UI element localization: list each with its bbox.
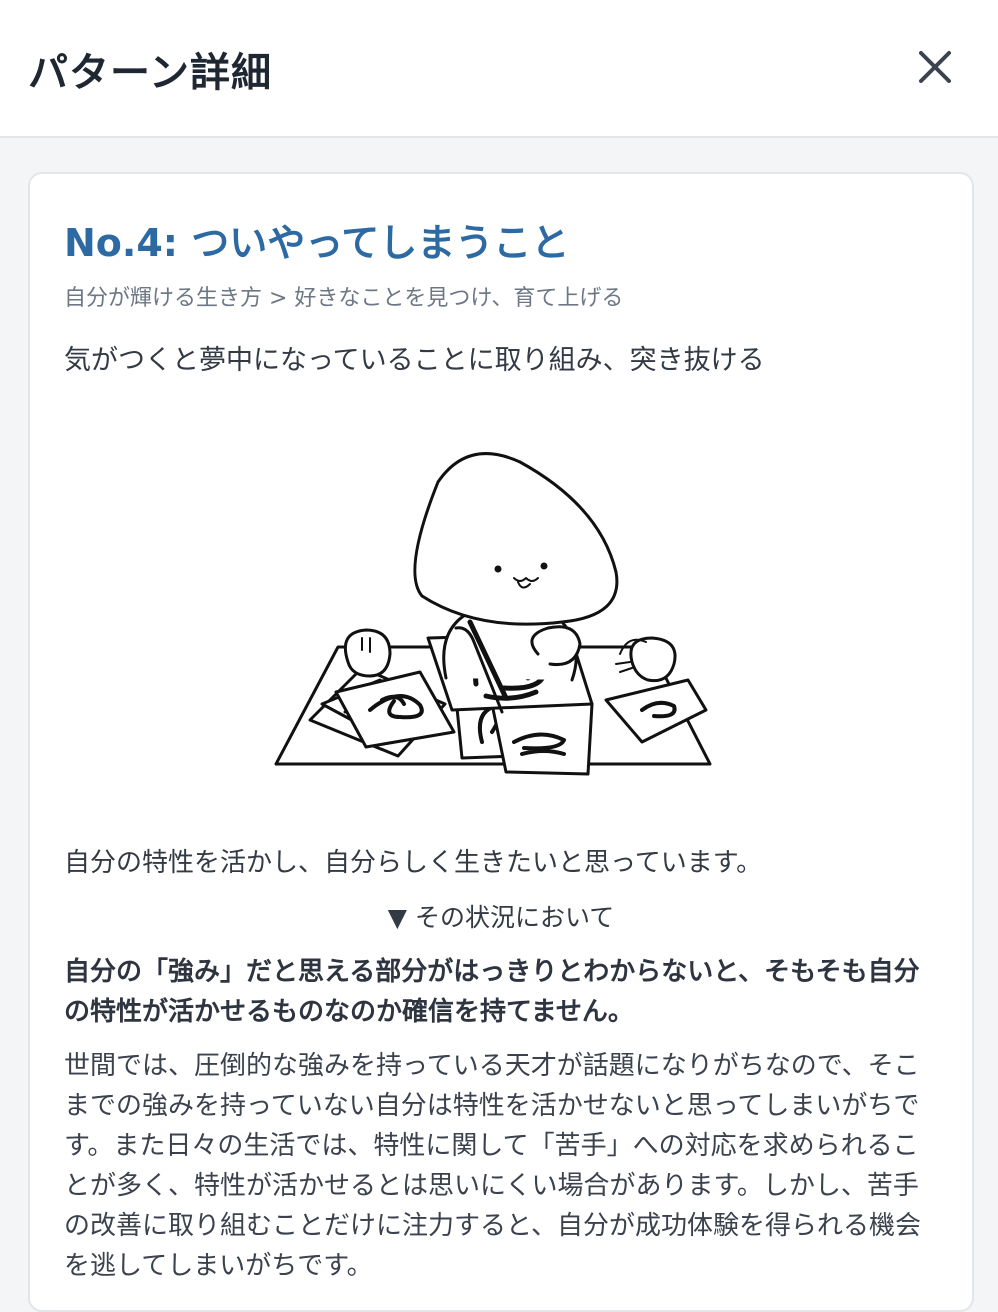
pattern-title: No.4: ついやってしまうこと (64, 221, 570, 265)
problem-statement: 自分の「強み」だと思える部分がはっきりとわからないと、そもそも自分の特性が活かせ… (64, 957, 920, 1027)
pattern-card: No.4: ついやってしまうこと 自分が輝ける生き方 > 好きなことを見つけ、育… (28, 172, 974, 1312)
character-drawing-illustration (270, 442, 720, 778)
pattern-summary: 気がつくと夢中になっていることに取り組み、突き抜ける (64, 345, 765, 376)
modal-header: パターン詳細 (0, 0, 998, 138)
breadcrumb: 自分が輝ける生き方 > 好きなことを見つけ、育て上げる (64, 286, 624, 311)
context-text: 自分の特性を活かし、自分らしく生きたいと思っています。 (64, 848, 763, 878)
close-button[interactable] (906, 40, 962, 96)
close-icon (919, 51, 951, 83)
situation-divider: ▼ その状況において (387, 903, 615, 932)
forces-description: 世間では、圧倒的な強みを持っている天才が話題になりがちなので、そこまでの強みを持… (64, 1051, 921, 1281)
page-title: パターン詳細 (28, 50, 272, 96)
